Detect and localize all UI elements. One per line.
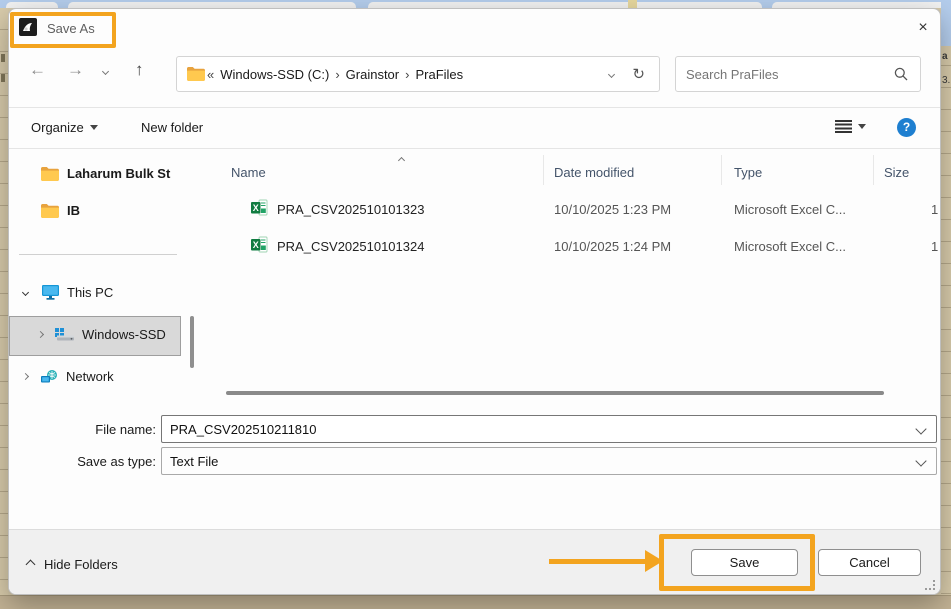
new-folder-label: New folder [141,120,204,135]
hide-folders-button[interactable]: Hide Folders [25,557,118,572]
collapse-chevron-icon[interactable] [36,330,45,339]
sidebar-item-label: This PC [67,285,114,300]
background-app-right-top [941,0,951,46]
sidebar-item-ib[interactable]: IB [41,203,80,218]
organize-dropdown-icon [89,125,98,130]
file-type: Microsoft Excel C... [734,202,846,217]
background-app-bottom [0,595,951,609]
breadcrumb-item-drive[interactable]: Windows-SSD (C:) [216,67,333,82]
resize-grip[interactable] [925,580,935,590]
column-separator[interactable] [873,155,874,185]
sort-ascending-icon [397,156,406,165]
file-name[interactable]: PRA_CSV202510101323 [277,202,424,217]
file-size: 1 [931,239,939,254]
search-icon [894,67,908,81]
excel-csv-icon: X [251,236,268,253]
background-app-right [941,0,951,609]
address-dropdown-chevron-icon[interactable] [608,70,616,78]
command-toolbar: Organize New folder ? [9,108,940,149]
address-bar[interactable]: « Windows-SSD (C:) › Grainstor › PraFile… [176,56,660,92]
new-folder-button[interactable]: New folder [141,120,203,135]
column-header-type[interactable]: Type [734,165,762,180]
sidebar-item-label: Laharum Bulk St [67,166,171,181]
sidebar-item-label: Network [66,369,114,384]
file-size: 1 [931,202,939,217]
app-icon [19,18,37,36]
list-view-icon [835,120,852,133]
navigation-bar: ← → ↑ « Windows-SSD (C:) › Grainstor › P… [9,39,940,108]
save-button[interactable]: Save [691,549,798,576]
save-type-label: Save as type: [77,454,156,469]
expand-chevron-icon[interactable] [21,288,30,297]
search-box [675,56,921,92]
column-header-size[interactable]: Size [884,165,909,180]
sidebar-item-windows-ssd[interactable]: Windows-SSD [36,327,166,342]
file-date: 10/10/2025 1:23 PM [554,202,672,217]
window-title: Save As [47,21,95,36]
view-dropdown-icon [858,124,866,129]
svg-text:X: X [253,240,259,250]
sidebar-item-label: Windows-SSD [82,327,166,342]
breadcrumb-overflow[interactable]: « [205,67,216,82]
sidebar-item-this-pc[interactable]: This PC [21,285,114,300]
sidebar-item-label: IB [67,203,80,218]
background-app-top [0,0,951,8]
back-icon[interactable]: ← [29,60,46,80]
column-separator[interactable] [721,155,722,185]
breadcrumb-separator-icon: › [335,66,340,82]
sidebar-item-network[interactable]: Network [21,369,114,384]
hide-folders-label: Hide Folders [44,557,118,572]
file-date: 10/10/2025 1:24 PM [554,239,672,254]
column-header-date[interactable]: Date modified [554,165,634,180]
up-icon[interactable]: ↑ [135,60,144,80]
drive-icon [55,328,74,341]
breadcrumb-item-prafiles[interactable]: PraFiles [411,67,467,82]
forward-icon[interactable]: → [67,60,84,80]
network-icon [41,369,57,382]
close-icon[interactable]: × [910,17,936,39]
sidebar-item-laharum[interactable]: Laharum Bulk St [41,166,170,181]
search-input[interactable] [676,66,894,82]
excel-csv-icon: X [251,199,268,216]
folder-icon [41,166,59,181]
save-type-value: Text File [170,453,219,469]
save-as-dialog: Save As × ← → ↑ « Windows-SSD (C:) › Gra… [8,8,941,595]
monitor-icon [42,285,59,300]
file-name[interactable]: PRA_CSV202510101324 [277,239,424,254]
annotation-arrow-head-icon [645,550,663,572]
background-text-fragment: a [942,51,948,62]
sidebar-divider [19,254,177,255]
file-name-input[interactable] [161,415,937,443]
horizontal-scrollbar[interactable] [226,391,884,395]
background-app-left [0,8,8,609]
breadcrumb-item-grainstor[interactable]: Grainstor [342,67,403,82]
recent-locations-chevron-icon[interactable] [101,67,110,76]
organize-label: Organize [31,120,84,135]
sidebar-scrollbar[interactable] [190,316,194,368]
refresh-icon[interactable]: ↻ [632,65,645,83]
file-type: Microsoft Excel C... [734,239,846,254]
svg-text:X: X [253,203,259,213]
chevron-up-icon [25,559,36,570]
annotation-arrow [549,559,647,564]
save-type-select[interactable]: Text File [161,447,937,475]
organize-button[interactable]: Organize [31,120,98,135]
file-name-label: File name: [95,422,156,437]
dialog-footer: Hide Folders Save Cancel [9,529,940,594]
collapse-chevron-icon[interactable] [21,372,30,381]
help-button[interactable]: ? [897,118,916,137]
column-separator[interactable] [543,155,544,185]
cancel-button[interactable]: Cancel [818,549,921,576]
background-text-fragment: 3. [942,75,951,86]
column-header-name[interactable]: Name [231,165,266,180]
folder-icon [41,203,59,218]
view-options-button[interactable] [835,120,866,133]
breadcrumb-separator-icon: › [405,66,410,82]
folder-icon [187,67,205,81]
